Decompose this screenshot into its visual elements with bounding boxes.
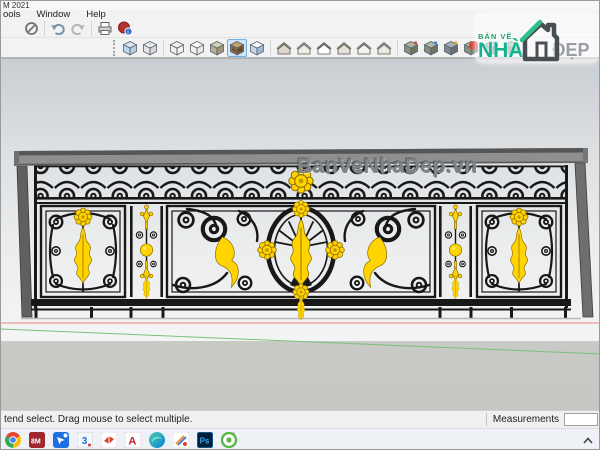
show-hidden-icons-button[interactable] xyxy=(581,436,595,445)
svg-text:Ps: Ps xyxy=(200,437,210,446)
xray-icon[interactable] xyxy=(120,39,140,57)
shaded-icon[interactable] xyxy=(207,39,227,57)
railing-model[interactable] xyxy=(1,59,600,411)
undo-icon[interactable] xyxy=(48,20,68,38)
svg-text:i: i xyxy=(127,30,128,36)
sketchup-icon[interactable] xyxy=(97,429,121,450)
measurements-label: Measurements xyxy=(492,414,559,425)
print-icon[interactable] xyxy=(95,20,115,38)
left-view-icon[interactable] xyxy=(374,39,394,57)
erase-icon[interactable] xyxy=(21,20,41,38)
banvenhadep-logo: BẢN VẼ NHÀ ĐẸP xyxy=(475,13,599,63)
component-tool-icon-1[interactable] xyxy=(401,39,421,57)
svg-text:8M: 8M xyxy=(31,439,41,446)
right-divider-panel[interactable] xyxy=(439,205,472,299)
blue-share-app-icon[interactable] xyxy=(49,429,73,450)
svg-text:A: A xyxy=(128,436,136,448)
status-bar: tend select. Drag mouse to select multip… xyxy=(1,410,599,428)
watermark-text: BanVeNhaDep.vn xyxy=(297,155,478,178)
left-post[interactable] xyxy=(16,165,33,318)
component-tool-icon-2[interactable] xyxy=(421,39,441,57)
sketchup-window: M 2021 ools Window Help i BẢN VẼ NHÀ ĐẸP… xyxy=(0,0,600,450)
svg-text:3: 3 xyxy=(82,436,88,447)
status-hint: tend select. Drag mouse to select multip… xyxy=(4,414,193,425)
menu-item-help[interactable]: Help xyxy=(86,10,106,20)
right-view-icon[interactable] xyxy=(334,39,354,57)
wireframe-icon[interactable] xyxy=(167,39,187,57)
back-view-icon[interactable] xyxy=(354,39,374,57)
shaded-with-textures-icon[interactable] xyxy=(227,38,247,57)
red-media-app-icon[interactable]: 8M xyxy=(25,429,49,450)
right-panel[interactable] xyxy=(477,206,561,297)
model-info-icon[interactable]: i xyxy=(115,20,135,38)
redo-icon[interactable] xyxy=(68,20,88,38)
measurements-input[interactable] xyxy=(564,413,598,426)
paint-app-icon[interactable] xyxy=(169,429,193,450)
windows-taskbar: 8M 3 A Ps xyxy=(1,428,599,450)
edge-icon[interactable] xyxy=(145,429,169,450)
app-3-icon[interactable]: 3 xyxy=(73,429,97,450)
menu-item-tools[interactable]: ools xyxy=(3,10,20,20)
chrome-icon[interactable] xyxy=(1,429,25,450)
component-tool-icon-3[interactable] xyxy=(441,39,461,57)
house-logo-icon xyxy=(519,19,559,62)
hidden-line-icon[interactable] xyxy=(187,39,207,57)
left-panel[interactable] xyxy=(41,206,125,297)
viewport-canvas[interactable]: BanVeNhaDep.vn xyxy=(1,58,600,411)
green-axis xyxy=(1,328,599,355)
photoshop-icon[interactable]: Ps xyxy=(193,429,217,450)
coccoc-icon[interactable] xyxy=(217,429,241,450)
monochrome-icon[interactable] xyxy=(247,39,267,57)
iso-view-icon[interactable] xyxy=(274,39,294,57)
back-edges-icon[interactable] xyxy=(140,39,160,57)
menu-item-window[interactable]: Window xyxy=(36,10,70,20)
autocad-icon[interactable]: A xyxy=(121,429,145,450)
front-view-icon[interactable] xyxy=(314,39,334,57)
toolbar-grip[interactable] xyxy=(113,39,118,56)
top-view-icon[interactable] xyxy=(294,39,314,57)
right-post[interactable] xyxy=(574,162,594,318)
left-divider-panel[interactable] xyxy=(130,205,163,299)
